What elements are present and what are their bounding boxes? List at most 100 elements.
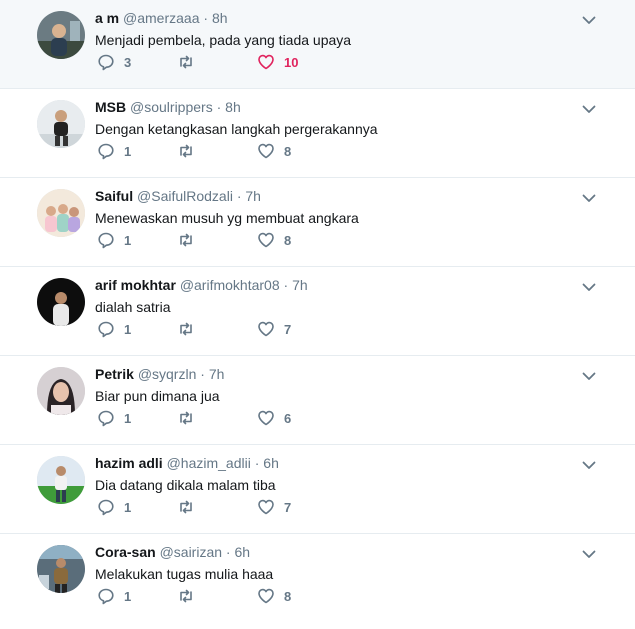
tweet[interactable]: MSB @soulrippers · 8h Dengan ketangkasan… [0, 89, 635, 178]
retweet-icon [177, 142, 195, 160]
avatar[interactable] [37, 100, 85, 148]
reply-icon [97, 498, 115, 516]
separator-dot: · [225, 544, 231, 560]
retweet-button[interactable] [177, 586, 204, 606]
reply-button[interactable]: 1 [97, 586, 131, 606]
user-handle[interactable]: @syqrzln [138, 366, 197, 382]
avatar[interactable] [37, 189, 85, 237]
avatar[interactable] [37, 456, 85, 504]
display-name[interactable]: arif mokhtar [95, 277, 176, 293]
display-name[interactable]: hazim adli [95, 455, 163, 471]
avatar[interactable] [37, 367, 85, 415]
reply-icon [97, 409, 115, 427]
retweet-button[interactable] [177, 319, 204, 339]
tweet[interactable]: a m @amerzaaa · 8h Menjadi pembela, pada… [0, 0, 635, 89]
reply-count: 1 [124, 410, 132, 426]
tweet[interactable]: hazim adli @hazim_adlii · 6h Dia datang … [0, 445, 635, 534]
timestamp[interactable]: 7h [245, 188, 261, 204]
tweet[interactable]: arif mokhtar @arifmokhtar08 · 7h dialah … [0, 267, 635, 356]
like-count: 6 [284, 410, 292, 426]
heart-icon [257, 53, 275, 71]
like-count: 7 [284, 321, 292, 337]
chevron-down-icon[interactable] [581, 368, 597, 384]
retweet-button[interactable] [177, 408, 204, 428]
tweet-header: Saiful @SaifulRodzali · 7h [95, 187, 261, 205]
reply-icon [97, 142, 115, 160]
reply-button[interactable]: 1 [97, 497, 131, 517]
reply-button[interactable]: 1 [97, 408, 131, 428]
tweet-header: a m @amerzaaa · 8h [95, 9, 228, 27]
avatar[interactable] [37, 278, 85, 326]
reply-count: 3 [124, 54, 132, 70]
display-name[interactable]: MSB [95, 99, 126, 115]
like-button[interactable]: 8 [257, 141, 291, 161]
heart-icon [257, 320, 275, 338]
timestamp[interactable]: 8h [225, 99, 241, 115]
user-handle[interactable]: @arifmokhtar08 [180, 277, 280, 293]
user-handle[interactable]: @amerzaaa [123, 10, 199, 26]
timestamp[interactable]: 6h [263, 455, 279, 471]
avatar[interactable] [37, 545, 85, 593]
heart-icon [257, 231, 275, 249]
timestamp[interactable]: 7h [209, 366, 225, 382]
like-button[interactable]: 7 [257, 497, 291, 517]
reply-button[interactable]: 3 [97, 52, 131, 72]
like-button[interactable]: 7 [257, 319, 291, 339]
heart-icon [257, 587, 275, 605]
tweet[interactable]: Saiful @SaifulRodzali · 7h Menewaskan mu… [0, 178, 635, 267]
timestamp[interactable]: 7h [292, 277, 308, 293]
user-handle[interactable]: @SaifulRodzali [137, 188, 233, 204]
retweet-button[interactable] [177, 52, 204, 72]
like-button[interactable]: 8 [257, 230, 291, 250]
like-button[interactable]: 6 [257, 408, 291, 428]
retweet-button[interactable] [177, 141, 204, 161]
reply-icon [97, 587, 115, 605]
separator-dot: · [200, 366, 205, 382]
retweet-button[interactable] [177, 230, 204, 250]
tweet-text: dialah satria [95, 299, 171, 315]
tweet-header: arif mokhtar @arifmokhtar08 · 7h [95, 276, 308, 294]
display-name[interactable]: Cora-san [95, 544, 156, 560]
chevron-down-icon[interactable] [581, 190, 597, 206]
tweet-text: Dengan ketangkasan langkah pergerakannya [95, 121, 378, 137]
retweet-icon [177, 498, 195, 516]
timestamp[interactable]: 8h [212, 10, 228, 26]
tweet[interactable]: Petrik @syqrzln · 7h Biar pun dimana jua… [0, 356, 635, 445]
timestamp[interactable]: 6h [234, 544, 250, 560]
display-name[interactable]: Saiful [95, 188, 133, 204]
reply-count: 1 [124, 232, 132, 248]
chevron-down-icon[interactable] [581, 12, 597, 28]
avatar[interactable] [37, 11, 85, 59]
user-handle[interactable]: @hazim_adlii [167, 455, 251, 471]
chevron-down-icon[interactable] [581, 279, 597, 295]
reply-button[interactable]: 1 [97, 141, 131, 161]
tweet-text: Dia datang dikala malam tiba [95, 477, 276, 493]
like-count: 10 [284, 54, 299, 70]
chevron-down-icon[interactable] [581, 457, 597, 473]
display-name[interactable]: Petrik [95, 366, 134, 382]
user-handle[interactable]: @sairizan [160, 544, 222, 560]
like-button[interactable]: 8 [257, 586, 291, 606]
retweet-button[interactable] [177, 497, 204, 517]
user-handle[interactable]: @soulrippers [130, 99, 213, 115]
heart-icon [257, 142, 275, 160]
reply-button[interactable]: 1 [97, 230, 131, 250]
reply-button[interactable]: 1 [97, 319, 131, 339]
tweet-text: Menjadi pembela, pada yang tiada upaya [95, 32, 352, 48]
retweet-icon [177, 587, 195, 605]
tweet-header: Petrik @syqrzln · 7h [95, 365, 224, 383]
reply-icon [97, 53, 115, 71]
retweet-icon [177, 320, 195, 338]
like-count: 8 [284, 143, 292, 159]
tweet[interactable]: Cora-san @sairizan · 6h Melakukan tugas … [0, 534, 635, 629]
tweet-text: Biar pun dimana jua [95, 388, 220, 404]
separator-dot: · [283, 277, 289, 293]
reply-count: 1 [124, 499, 132, 515]
like-button[interactable]: 10 [257, 52, 298, 72]
display-name[interactable]: a m [95, 10, 119, 26]
tweet-header: MSB @soulrippers · 8h [95, 98, 241, 116]
like-count: 8 [284, 232, 292, 248]
chevron-down-icon[interactable] [581, 101, 597, 117]
chevron-down-icon[interactable] [581, 546, 597, 562]
reply-count: 1 [124, 588, 132, 604]
